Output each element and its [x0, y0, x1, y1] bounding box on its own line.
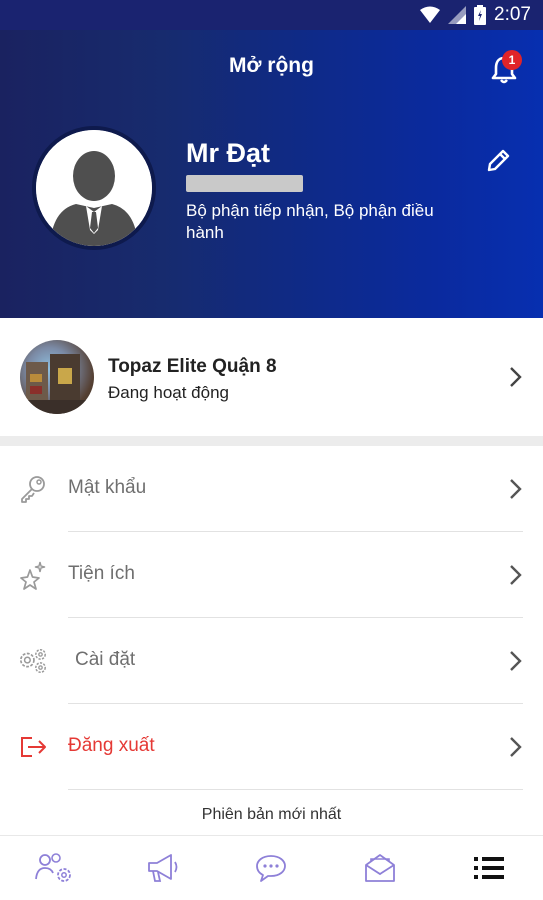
gears-icon	[19, 649, 46, 673]
chevron-right-icon	[510, 651, 522, 671]
menu-item-label: Cài đặt	[75, 649, 136, 670]
megaphone-icon	[147, 854, 178, 882]
nav-mail[interactable]	[358, 846, 402, 890]
nav-chat[interactable]	[249, 846, 293, 890]
version-text: Phiên bản mới nhất	[201, 806, 342, 823]
logout-icon	[21, 737, 46, 757]
chevron-right-icon	[510, 479, 522, 499]
key-icon	[21, 476, 45, 503]
menu-item-logout[interactable]: Đăng xuất	[0, 704, 543, 790]
avatar[interactable]	[32, 126, 156, 250]
default-user-avatar-icon	[36, 130, 152, 246]
pencil-icon	[487, 149, 510, 172]
row-divider	[68, 789, 523, 790]
status-bar: 2:07	[0, 0, 543, 30]
mail-icon	[365, 854, 395, 882]
menu-item-label: Đăng xuất	[68, 735, 155, 756]
building-status: Đang hoạt động	[108, 383, 229, 402]
notification-badge: 1	[502, 50, 522, 70]
status-time: 2:07	[494, 4, 531, 25]
page-title: Mở rộng	[229, 54, 314, 77]
notification-button[interactable]: 1	[490, 50, 522, 84]
chat-icon	[256, 855, 287, 882]
menu-item-settings[interactable]: Cài đặt	[0, 618, 543, 704]
wifi-icon	[420, 6, 441, 23]
bottom-nav	[0, 835, 543, 900]
nav-more[interactable]	[467, 846, 511, 890]
chevron-right-icon	[510, 565, 522, 585]
redacted-contact	[186, 175, 303, 192]
section-divider	[0, 436, 543, 446]
menu-item-label: Tiện ích	[68, 563, 135, 584]
battery-icon	[474, 5, 487, 25]
chevron-right-icon	[510, 737, 522, 757]
menu-list-icon	[473, 857, 504, 879]
user-name: Mr Đạt	[186, 138, 271, 168]
profile-header: Mở rộng 1 Mr Đạt Bộ phận tiếp nhận, Bộ p…	[0, 30, 543, 318]
chevron-right-icon	[510, 367, 522, 387]
menu-item-utilities[interactable]: Tiện ích	[0, 532, 543, 618]
nav-residents[interactable]	[32, 846, 76, 890]
users-gear-icon	[35, 853, 72, 882]
building-card[interactable]: Topaz Elite Quận 8 Đang hoạt động	[0, 318, 543, 436]
signal-icon	[448, 6, 467, 24]
menu-item-password[interactable]: Mật khẩu	[0, 446, 543, 532]
nav-announcements[interactable]	[141, 846, 185, 890]
menu-item-label: Mật khẩu	[68, 477, 147, 498]
edit-profile-button[interactable]	[483, 146, 513, 176]
user-department: Bộ phận tiếp nhận, Bộ phận điều hành	[186, 201, 434, 242]
building-name: Topaz Elite Quận 8	[108, 356, 277, 377]
sparkle-star-icon	[20, 561, 46, 590]
building-image	[20, 340, 94, 414]
